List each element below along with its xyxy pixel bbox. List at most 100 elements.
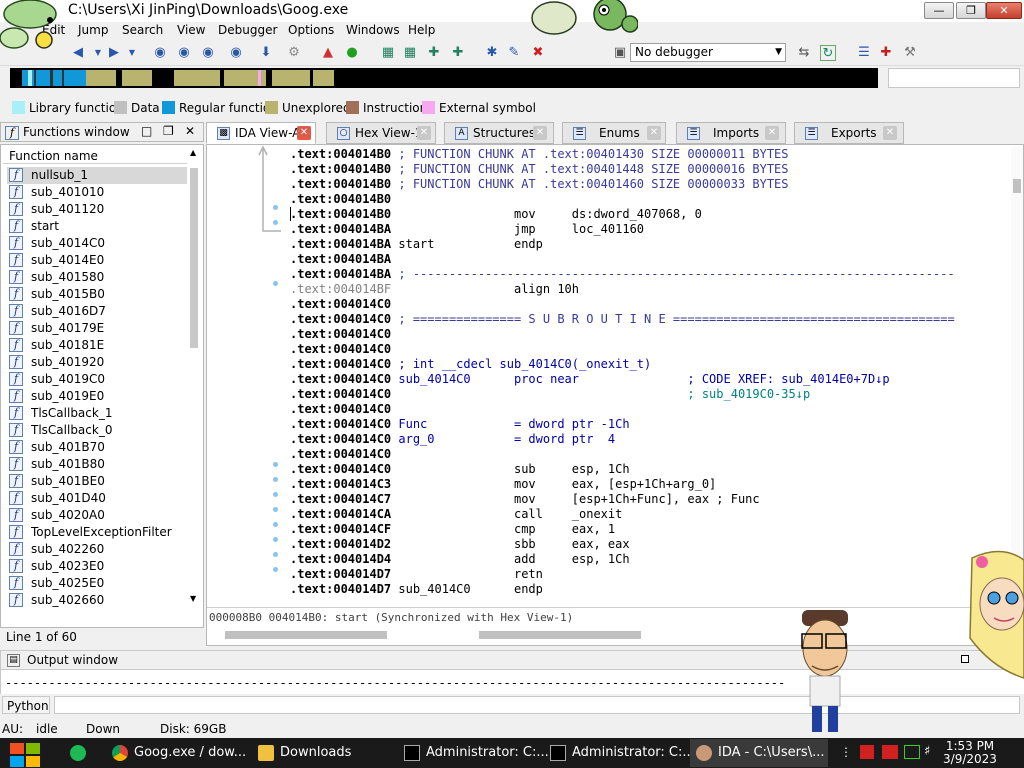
graph-icon[interactable]: ▲: [320, 45, 336, 61]
run-icon[interactable]: ●: [344, 45, 360, 61]
delete-icon[interactable]: ✖: [530, 45, 546, 61]
edit-icon[interactable]: ✎: [506, 45, 522, 61]
tab-exports[interactable]: ☰ Exports ✕: [794, 122, 904, 144]
tab-close-icon[interactable]: ✕: [417, 126, 431, 140]
disasm-line[interactable]: .text:004014D7 sub_4014C0 endp: [290, 582, 543, 597]
disasm-line[interactable]: .text:004014B0 mov ds:dword_407068, 0: [290, 207, 702, 222]
disasm-line[interactable]: .text:004014BA start endp: [290, 237, 543, 252]
disassembly-lines[interactable]: .text:004014B0 ; FUNCTION CHUNK AT .text…: [290, 147, 1010, 607]
disasm-line[interactable]: .text:004014C0: [290, 402, 391, 417]
disasm-line[interactable]: .text:004014B0 ; FUNCTION CHUNK AT .text…: [290, 177, 789, 192]
start-button[interactable]: [8, 741, 42, 767]
menu-debugger[interactable]: Debugger: [218, 23, 277, 37]
nav-dropdown[interactable]: [888, 68, 1020, 88]
disasm-line[interactable]: .text:004014CA call _onexit: [290, 507, 622, 522]
tools-icon[interactable]: ⚒: [902, 45, 918, 61]
disasm-line[interactable]: .text:004014C3 mov eax, [esp+1Ch+arg_0]: [290, 477, 716, 492]
stop-icon[interactable]: ▣: [612, 45, 628, 61]
menu-help[interactable]: Help: [408, 23, 435, 37]
function-list-item[interactable]: f sub_40179E: [7, 320, 187, 337]
function-name-column[interactable]: Function name: [9, 149, 98, 163]
function-list-item[interactable]: f nullsub_1: [7, 167, 187, 184]
disasm-line[interactable]: .text:004014C0 ; sub_4019C0-35↓p: [290, 387, 810, 402]
patch-icon[interactable]: ⚙: [286, 45, 302, 61]
python-button[interactable]: Python: [2, 696, 50, 714]
binoculars-next-icon[interactable]: ◉: [200, 45, 216, 61]
clock[interactable]: 1:53 PM 3/9/2023: [940, 740, 1000, 766]
function-list-item[interactable]: f sub_401B70: [7, 439, 187, 456]
scroll-down-icon[interactable]: ▼: [190, 594, 196, 603]
function-list-item[interactable]: f sub_4025E0: [7, 575, 187, 592]
function-list-item[interactable]: f TlsCallback_1: [7, 405, 187, 422]
tab-close-icon[interactable]: ✕: [533, 126, 547, 140]
disasm-line[interactable]: .text:004014CF cmp eax, 1: [290, 522, 615, 537]
disasm-line[interactable]: .text:004014C0: [290, 327, 391, 342]
list-icon[interactable]: ☰: [856, 45, 872, 61]
menu-search[interactable]: Search: [122, 23, 163, 37]
disasm-line[interactable]: .text:004014C0 sub esp, 1Ch: [290, 462, 630, 477]
function-list-item[interactable]: f sub_401010: [7, 184, 187, 201]
binoculars-search-icon[interactable]: ◉: [228, 45, 244, 61]
function-list-item[interactable]: f start: [7, 218, 187, 235]
star-icon[interactable]: ✱: [484, 45, 500, 61]
function-list-item[interactable]: f sub_4019E0: [7, 388, 187, 405]
menu-view[interactable]: View: [177, 23, 205, 37]
network-icon[interactable]: [904, 745, 920, 759]
scroll-up-icon[interactable]: ▲: [190, 148, 196, 157]
close-pane-icon[interactable]: ✕: [185, 124, 195, 138]
restore-pane-icon[interactable]: □: [141, 124, 152, 138]
disasm-line[interactable]: .text:004014BA jmp loc_401160: [290, 222, 644, 237]
disasm-line[interactable]: .text:004014B0 ; FUNCTION CHUNK AT .text…: [290, 162, 789, 177]
function-list-item[interactable]: f TlsCallback_0: [7, 422, 187, 439]
function-list-item[interactable]: f sub_4019C0: [7, 371, 187, 388]
function-list-item[interactable]: f sub_4014C0: [7, 235, 187, 252]
taskbar-cmd-2[interactable]: Administrator: C:...: [544, 739, 695, 767]
tab-enums[interactable]: ☰ Enums ✕: [562, 122, 666, 144]
taskbar-downloads[interactable]: Downloads: [252, 739, 390, 767]
volume-icon[interactable]: ♯: [924, 744, 930, 759]
spotify-icon[interactable]: [70, 745, 86, 761]
function-list-item[interactable]: f sub_401580: [7, 269, 187, 286]
tab-close-icon[interactable]: ✕: [765, 126, 779, 140]
close-button[interactable]: ✕: [986, 2, 1022, 19]
function-list-item[interactable]: f sub_4016D7: [7, 303, 187, 320]
tab-hex-view-1[interactable]: ○ Hex View-1 ✕: [326, 122, 436, 144]
disassembly-vscroll[interactable]: [1011, 147, 1023, 607]
disasm-line[interactable]: .text:004014C7 mov [esp+1Ch+Func], eax ;…: [290, 492, 760, 507]
disasm-line[interactable]: .text:004014BA: [290, 252, 391, 267]
tab-imports[interactable]: ☰ Imports ✕: [676, 122, 786, 144]
disasm-line[interactable]: .text:004014D2 sbb eax, eax: [290, 537, 630, 552]
function-list-item[interactable]: f TopLevelExceptionFilter: [7, 524, 187, 541]
function-list-item[interactable]: f sub_402660: [7, 592, 187, 609]
disasm-line[interactable]: .text:004014BF align 10h: [290, 282, 579, 297]
functions-scrollbar[interactable]: ▲ ▼: [188, 148, 200, 608]
tab-close-icon[interactable]: ✕: [883, 126, 897, 140]
add-struct-icon[interactable]: ▦: [402, 45, 418, 61]
disasm-line[interactable]: .text:004014B0: [290, 192, 391, 207]
disasm-line[interactable]: .text:004014B0 ; FUNCTION CHUNK AT .text…: [290, 147, 789, 162]
tab-ida-view-a[interactable]: ▩ IDA View-A ✕: [206, 122, 316, 144]
down-arrow-icon[interactable]: ⬇: [258, 45, 274, 61]
function-list-item[interactable]: f sub_401920: [7, 354, 187, 371]
disassembly-view[interactable]: .text:004014B0 ; FUNCTION CHUNK AT .text…: [206, 144, 1024, 646]
sync-icon[interactable]: ↻: [820, 45, 836, 61]
disasm-line[interactable]: .text:004014D7 retn: [290, 567, 543, 582]
tab-close-icon[interactable]: ✕: [297, 126, 311, 140]
disasm-line[interactable]: .text:004014C0 sub_4014C0 proc near ; CO…: [290, 372, 890, 387]
function-list-item[interactable]: f sub_4015B0: [7, 286, 187, 303]
menu-options[interactable]: Options: [288, 23, 334, 37]
float-pane-icon[interactable]: ❐: [163, 124, 174, 138]
functions-list[interactable]: Function name f nullsub_1 f sub_401010 f sub_…: [0, 144, 204, 628]
disasm-line[interactable]: .text:004014D4 add esp, 1Ch: [290, 552, 630, 567]
binoculars-text-icon[interactable]: ◉: [176, 45, 192, 61]
add-function-icon[interactable]: ▦: [380, 45, 396, 61]
python-input[interactable]: [54, 696, 1020, 714]
debugger-select[interactable]: No debugger ▼: [630, 43, 786, 62]
notification-icon[interactable]: [882, 745, 898, 759]
add-xref-icon[interactable]: ✚: [450, 45, 466, 61]
function-list-item[interactable]: f sub_401120: [7, 201, 187, 218]
function-list-item[interactable]: f sub_4014E0: [7, 252, 187, 269]
menu-windows[interactable]: Windows: [346, 23, 400, 37]
disasm-line[interactable]: .text:004014BA ; -----------------------…: [290, 267, 955, 282]
tray-overflow-icon[interactable]: ⋮: [840, 745, 852, 759]
